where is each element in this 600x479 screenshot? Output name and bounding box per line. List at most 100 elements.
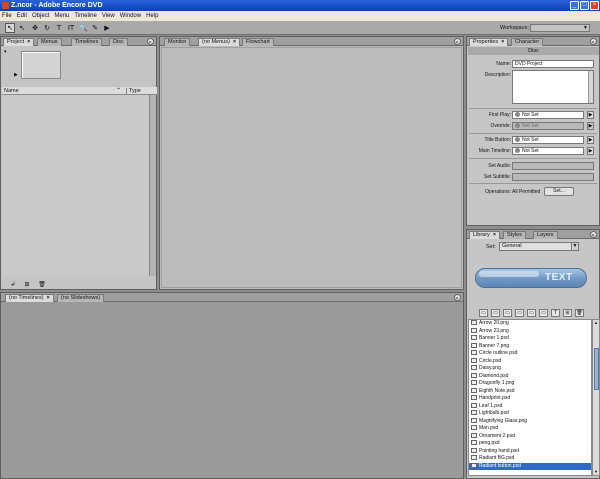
menu-object[interactable]: Object [32, 13, 49, 19]
close-icon[interactable]: × [47, 295, 50, 301]
library-item-list[interactable]: Arrow 20.png Arrow 23.png Banner 1.psd B… [468, 319, 592, 476]
list-item[interactable]: Diamond.psd [469, 373, 591, 381]
tab-properties[interactable]: Properties × [469, 38, 509, 46]
pickwhip-icon[interactable] [515, 123, 520, 129]
edit-in-photoshop-icon[interactable]: ✎ [90, 23, 100, 33]
description-scrollbar[interactable] [588, 71, 593, 103]
list-item[interactable]: Circle outline.psd [469, 350, 591, 358]
list-item[interactable]: Dragonfly 1.png [469, 380, 591, 388]
text-tool-icon[interactable]: T [54, 23, 64, 33]
panel-menu-icon[interactable]: ▸ [147, 38, 154, 45]
tab-disc[interactable]: Disc [109, 38, 128, 46]
list-item[interactable]: Man.psd [469, 425, 591, 433]
minimize-button[interactable]: _ [570, 1, 579, 10]
trash-icon[interactable]: 🗑 [38, 281, 46, 289]
tab-character[interactable]: Character [511, 38, 544, 46]
set-select[interactable]: General ▼ [499, 242, 579, 251]
list-item[interactable]: Circle.psd [469, 358, 591, 366]
trash-icon[interactable]: 🗑 [575, 309, 584, 317]
pickwhip-icon[interactable] [515, 137, 520, 143]
name-field[interactable]: DVD Project [512, 60, 594, 68]
import-icon[interactable]: ↲ [9, 281, 17, 289]
preview-icon[interactable]: ▶ [102, 23, 112, 33]
background-filter-icon[interactable]: ▭ [515, 309, 524, 317]
list-item[interactable]: Pointing hand.psd [469, 448, 591, 456]
list-item[interactable]: Ornament 2.psd [469, 433, 591, 441]
set-operations-button[interactable]: Set... [544, 187, 574, 196]
collapse-icon[interactable]: ▾ [4, 49, 7, 55]
scroll-thumb[interactable] [594, 348, 599, 390]
monitor-canvas[interactable] [161, 47, 462, 288]
tab-no-menus[interactable]: (no Menus) × [198, 38, 241, 46]
menu-filter-icon[interactable]: ▭ [479, 309, 488, 317]
direct-select-tool-icon[interactable]: ↖ [17, 23, 27, 33]
list-item-selected[interactable]: Radiant button.psd [469, 462, 591, 470]
list-item[interactable]: Arrow 23.png [469, 328, 591, 336]
menu-menu[interactable]: Menu [54, 13, 69, 19]
close-icon[interactable]: × [27, 39, 30, 45]
list-item[interactable]: Leaf 1.psd [469, 403, 591, 411]
list-item[interactable]: Lightbulb.psd [469, 410, 591, 418]
close-icon[interactable]: × [501, 39, 504, 45]
description-field[interactable] [512, 70, 594, 104]
tab-styles[interactable]: Styles [503, 231, 526, 239]
list-item[interactable]: Banner 7.png [469, 343, 591, 351]
menu-timeline[interactable]: Timeline [74, 13, 96, 19]
set-subtitle-select[interactable] [512, 173, 594, 181]
tab-library[interactable]: Library × [469, 231, 501, 239]
replace-icon[interactable]: ▭ [527, 309, 536, 317]
library-scrollbar[interactable]: ▲ ▼ [592, 319, 600, 476]
override-field[interactable]: Not Set [512, 122, 584, 130]
title-button-field[interactable]: Not Set [512, 136, 584, 144]
name-column-header[interactable]: Name [4, 88, 19, 94]
selection-tool-icon[interactable]: ↖ [5, 23, 15, 33]
text-filter-icon[interactable]: T [551, 309, 560, 317]
menu-edit[interactable]: Edit [17, 13, 27, 19]
main-timeline-field[interactable]: Not Set [512, 147, 584, 155]
scroll-up-icon[interactable]: ▲ [593, 320, 599, 326]
close-button[interactable]: × [590, 1, 599, 10]
first-play-field[interactable]: Not Set [512, 111, 584, 119]
tab-no-timelines[interactable]: (no Timelines) × [5, 294, 54, 302]
vertical-text-tool-icon[interactable]: IT [66, 23, 76, 33]
project-scrollbar[interactable] [149, 95, 156, 276]
tab-timelines[interactable]: Timelines [71, 38, 103, 46]
move-tool-icon[interactable]: ✥ [30, 23, 40, 33]
tab-no-slideshows[interactable]: (no Slideshows) [57, 294, 105, 302]
main-timeline-arrow-icon[interactable]: ▶ [587, 147, 594, 155]
list-item[interactable]: Handprint.psd [469, 395, 591, 403]
list-item[interactable]: Daisy.png [469, 365, 591, 373]
new-item-icon[interactable]: ⊞ [23, 281, 31, 289]
override-arrow-icon[interactable]: ▶ [587, 122, 594, 130]
menu-file[interactable]: File [2, 13, 12, 19]
project-item-list[interactable] [2, 95, 149, 276]
set-audio-select[interactable] [512, 162, 594, 170]
list-item[interactable]: Arrow 20.png [469, 320, 591, 328]
tab-flowchart[interactable]: Flowchart [242, 38, 274, 46]
tab-layers[interactable]: Layers [533, 231, 558, 239]
list-item[interactable]: peng.psd [469, 440, 591, 448]
place-icon[interactable]: ▭ [539, 309, 548, 317]
panel-menu-icon[interactable]: ▸ [454, 294, 461, 301]
list-item[interactable]: Radiant BG.psd [469, 455, 591, 463]
pickwhip-icon[interactable] [515, 112, 520, 118]
panel-menu-icon[interactable]: ▸ [590, 38, 597, 45]
close-icon[interactable]: × [493, 232, 496, 238]
panel-menu-icon[interactable]: ▸ [590, 231, 597, 238]
scroll-down-icon[interactable]: ▼ [593, 469, 599, 475]
panel-menu-icon[interactable]: ▸ [454, 38, 461, 45]
play-icon[interactable]: ▶ [14, 72, 18, 78]
first-play-arrow-icon[interactable]: ▶ [587, 111, 594, 119]
type-column-header[interactable]: Type [126, 88, 141, 94]
tab-monitor[interactable]: Monitor [164, 38, 191, 46]
workspace-select[interactable]: ▼ [530, 24, 590, 32]
new-item-icon[interactable]: ⊞ [563, 309, 572, 317]
maximize-button[interactable]: □ [580, 1, 589, 10]
list-item[interactable]: Eighth Note.psd [469, 388, 591, 396]
zoom-tool-icon[interactable]: 🔍 [78, 23, 88, 33]
close-icon[interactable]: × [233, 39, 236, 45]
menu-view[interactable]: View [102, 13, 115, 19]
sort-ascending-icon[interactable]: ⌃ [116, 87, 121, 94]
rotate-tool-icon[interactable]: ↻ [42, 23, 52, 33]
tab-menus[interactable]: Menus [37, 38, 62, 46]
